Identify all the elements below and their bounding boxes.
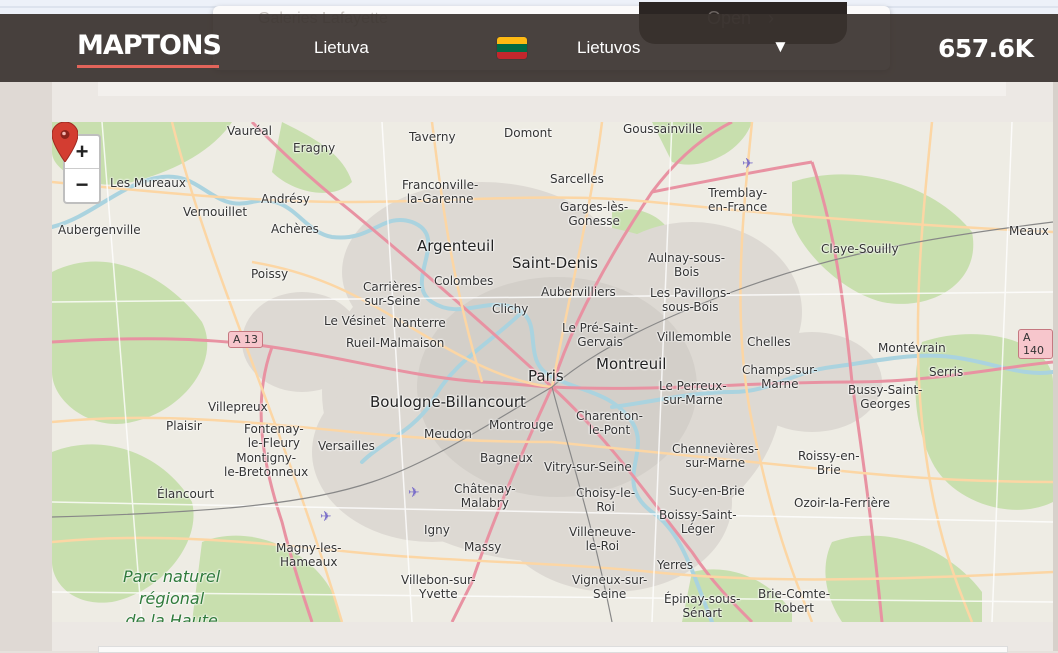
- place-label: Andrésy: [261, 192, 310, 206]
- place-label: Yerres: [657, 558, 694, 572]
- place-label: Nanterre: [393, 316, 446, 330]
- place-label: Élancourt: [157, 487, 215, 501]
- place-label: Garges-lès- Gonesse: [560, 200, 629, 228]
- road-shield-a13: A 13: [228, 331, 264, 348]
- place-label: Vitry-sur-Seine: [544, 460, 632, 474]
- place-label: Taverny: [409, 130, 456, 144]
- lithuania-flag-icon: [497, 37, 527, 59]
- place-label: Bagneux: [480, 451, 533, 465]
- place-label: Montigny- le-Bretonneux: [224, 451, 309, 479]
- zoom-out-button[interactable]: −: [65, 169, 99, 201]
- scrollbar-track[interactable]: [1053, 82, 1058, 651]
- place-label: Le Perreux- sur-Marne: [659, 379, 727, 407]
- place-label: Saint-Denis: [512, 254, 598, 272]
- place-label: Domont: [504, 126, 552, 140]
- place-label: Goussainville: [623, 122, 703, 136]
- place-label: Meudon: [424, 427, 472, 441]
- place-label: Colombes: [434, 274, 494, 288]
- airport-icon: ✈: [742, 155, 754, 171]
- place-label: Le Pré-Saint- Gervais: [562, 321, 639, 349]
- place-label: Igny: [424, 523, 450, 537]
- park-label: Parc naturel régional de la Haute: [123, 567, 221, 622]
- place-label: Aubergenville: [58, 223, 141, 237]
- place-label: Poissy: [251, 267, 289, 281]
- place-label: Rueil-Malmaison: [346, 336, 445, 350]
- place-label: Paris: [528, 367, 564, 385]
- region-link[interactable]: Lietuvos: [577, 38, 640, 58]
- place-label: Roissy-en- Brie: [798, 449, 860, 477]
- flag-stripe-red: [497, 51, 527, 59]
- place-label: Villebon-sur- Yvette: [401, 573, 476, 601]
- place-label: Châtenay- Malabry: [454, 482, 516, 510]
- place-label: Ozoir-la-Ferrière: [794, 496, 890, 510]
- place-label: Villeneuve- le-Roi: [569, 525, 636, 553]
- place-label: Les Mureaux: [110, 176, 186, 190]
- left-margin-panel: [0, 82, 52, 651]
- place-label: Franconville- la-Garenne: [402, 178, 479, 206]
- place-label: Charenton- le-Pont: [576, 409, 643, 437]
- place-label: Sarcelles: [550, 172, 604, 186]
- place-label: Vigneux-sur- Seine: [572, 573, 648, 601]
- place-label: Massy: [464, 540, 502, 554]
- place-label: Meaux: [1009, 224, 1049, 238]
- road-shield-a140: A 140: [1018, 329, 1053, 359]
- place-label: Boissy-Saint- Léger: [659, 508, 737, 536]
- place-label: Serris: [929, 365, 964, 379]
- content-band-bottom: [52, 622, 1053, 653]
- place-label: Aubervilliers: [541, 285, 616, 299]
- maptons-logo[interactable]: MAPTONS: [77, 30, 222, 61]
- country-link[interactable]: Lietuva: [314, 38, 369, 58]
- views-count: 657.6K: [938, 34, 1034, 63]
- location-pin-icon[interactable]: [52, 122, 78, 162]
- place-label: Vernouillet: [183, 205, 248, 219]
- place-label: Montrouge: [489, 418, 554, 432]
- place-label: Épinay-sous- Sénart: [664, 592, 741, 620]
- place-label: Tremblay- en-France: [708, 186, 768, 214]
- place-label: Plaisir: [166, 419, 202, 433]
- place-label: Fontenay- le-Fleury: [244, 422, 304, 450]
- place-label: Les Pavillons- sous-Bois: [650, 286, 731, 314]
- place-label: Boulogne-Billancourt: [370, 393, 526, 411]
- place-label: Champs-sur- Marne: [742, 363, 818, 391]
- place-label: Villemomble: [657, 330, 732, 344]
- place-label: Vauréal: [227, 124, 272, 138]
- dropdown-arrow-icon[interactable]: ▼: [772, 37, 789, 57]
- place-label: Montreuil: [596, 355, 667, 373]
- place-label: Achères: [271, 222, 319, 236]
- place-label: Chennevières- sur-Marne: [672, 442, 759, 470]
- content-band-top: [52, 82, 1053, 122]
- place-label: Brie-Comte- Robert: [758, 587, 831, 615]
- flag-stripe-yellow: [497, 37, 527, 45]
- logo-underline: [77, 65, 219, 68]
- place-label: Bussy-Saint- Georges: [848, 383, 923, 411]
- place-label: Magny-les- Hameaux: [276, 541, 342, 569]
- place-label: Villepreux: [208, 400, 268, 414]
- place-label: Argenteuil: [417, 237, 495, 255]
- place-label: Aulnay-sous- Bois: [648, 251, 726, 279]
- airport-icon: ✈: [320, 508, 332, 524]
- place-label: Chelles: [747, 335, 791, 349]
- airport-icon: ✈: [408, 484, 420, 500]
- place-label: Claye-Souilly: [821, 242, 899, 256]
- place-label: Montévrain: [878, 341, 946, 355]
- place-label: Sucy-en-Brie: [669, 484, 745, 498]
- place-label: Clichy: [492, 302, 529, 316]
- place-label: Le Vésinet: [324, 314, 386, 328]
- place-label: Carrières- sur-Seine: [363, 280, 422, 308]
- place-label: Versailles: [318, 439, 375, 453]
- map-view[interactable]: + − ✈ ✈ ✈ A 13 A 140 Vauréal Eragny Tave…: [52, 122, 1053, 622]
- flag-stripe-green: [497, 44, 527, 52]
- place-label: Choisy-le- Roi: [576, 486, 636, 514]
- place-label: Eragny: [293, 141, 336, 155]
